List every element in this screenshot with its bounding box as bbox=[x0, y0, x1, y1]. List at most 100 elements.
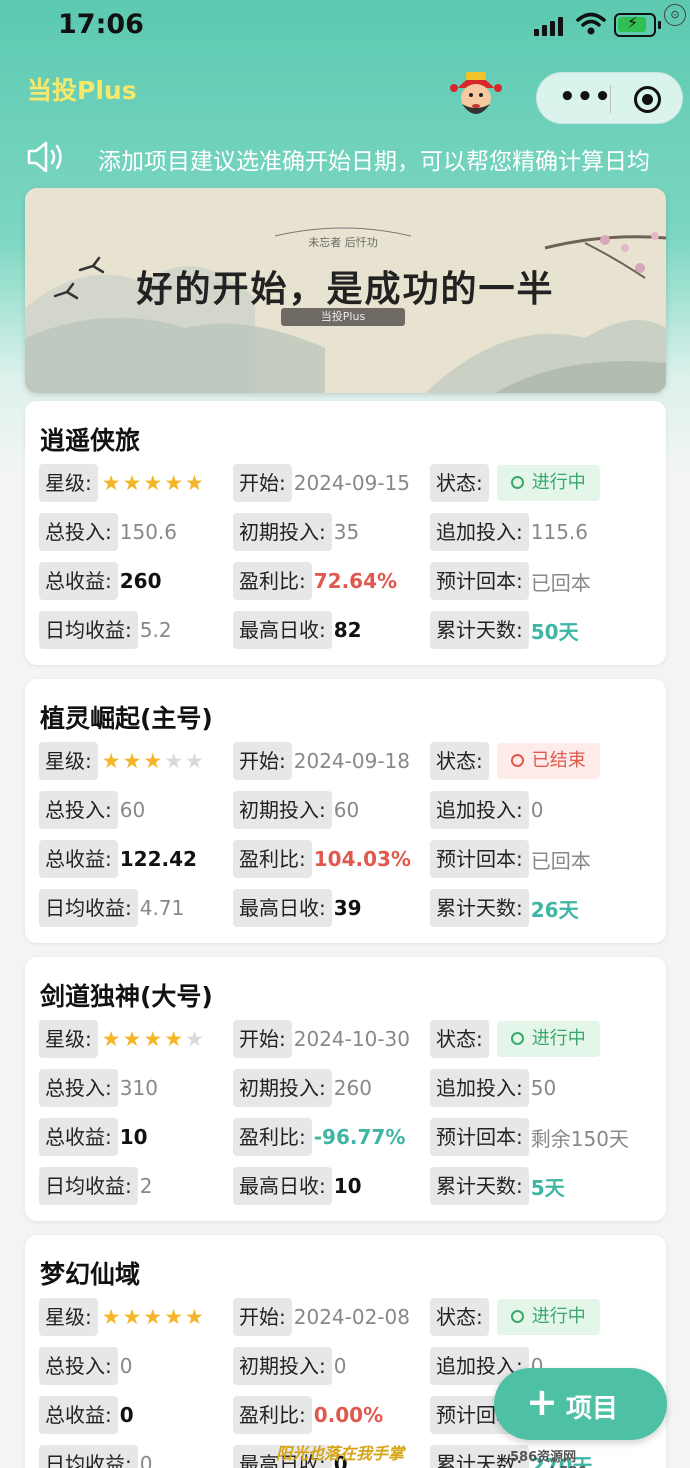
start-date-value: 2024-10-30 bbox=[293, 1027, 410, 1051]
max-daily-field: 最高日收: 82 bbox=[233, 611, 362, 649]
status-text: 进行中 bbox=[531, 472, 586, 493]
add-project-label: 项目 bbox=[566, 1394, 619, 1424]
initial-invest-label: 初期投入: bbox=[233, 1347, 332, 1385]
total-income-field: 总收益: 0 bbox=[39, 1396, 134, 1434]
status-time: 17:06 bbox=[58, 9, 144, 40]
profit-ratio-field: 盈利比: 0.00% bbox=[233, 1396, 383, 1434]
project-name: 梦幻仙域 bbox=[40, 1260, 141, 1289]
banner-tag: 当投Plus bbox=[281, 308, 405, 326]
daily-avg-value: 5.2 bbox=[139, 618, 172, 642]
total-invest-label: 总投入: bbox=[39, 513, 118, 551]
battery-icon: ⚡ bbox=[614, 13, 656, 37]
initial-invest-label: 初期投入: bbox=[233, 1069, 332, 1107]
total-income-value: 0 bbox=[119, 1403, 134, 1427]
status-field: 状态: 进行中 bbox=[430, 464, 600, 502]
total-invest-value: 150.6 bbox=[119, 520, 178, 544]
profit-ratio-value: 0.00% bbox=[313, 1403, 384, 1427]
total-days-label: 累计天数: bbox=[430, 1167, 529, 1205]
star-on-icon: ★★★★ bbox=[101, 1027, 186, 1051]
initial-invest-field: 初期投入: 60 bbox=[233, 791, 359, 829]
status-badge: 进行中 bbox=[496, 465, 600, 501]
banner[interactable]: 好的开始，是成功的一半 当投Plus bbox=[25, 188, 666, 393]
total-invest-field: 总投入: 60 bbox=[39, 791, 145, 829]
profit-ratio-value: 104.03% bbox=[313, 847, 411, 871]
star-on-icon: ★★★★★ bbox=[101, 1305, 206, 1329]
notice-bar: 添加项目建议选准确开始日期，可以帮您精确计算日均 bbox=[0, 136, 690, 178]
star-on-icon: ★★★ bbox=[101, 749, 165, 773]
max-daily-label: 最高日收: bbox=[233, 889, 332, 927]
start-date-field: 开始: 2024-02-08 bbox=[233, 1298, 410, 1336]
total-invest-field: 总投入: 0 bbox=[39, 1347, 132, 1385]
star-off-icon: ★ bbox=[185, 1027, 206, 1051]
add-project-button[interactable]: + 项目 bbox=[494, 1368, 667, 1440]
profit-ratio-value: -96.77% bbox=[313, 1125, 406, 1149]
project-card[interactable]: 剑道独神(大号) 星级: ★★★★★ 开始: 2024-10-30 状态: 进行… bbox=[25, 957, 666, 1221]
initial-invest-label: 初期投入: bbox=[233, 513, 332, 551]
status-badge: 已结束 bbox=[496, 743, 600, 779]
initial-invest-field: 初期投入: 0 bbox=[233, 1347, 346, 1385]
daily-avg-label: 日均收益: bbox=[39, 1445, 138, 1468]
start-date-value: 2024-09-15 bbox=[293, 471, 410, 495]
daily-avg-field: 日均收益: 0 bbox=[39, 1445, 152, 1468]
project-name: 逍遥侠旅 bbox=[40, 426, 141, 455]
added-invest-value: 115.6 bbox=[530, 520, 589, 544]
total-days-label: 累计天数: bbox=[430, 889, 529, 927]
initial-invest-value: 35 bbox=[333, 520, 360, 544]
battery-cap bbox=[658, 21, 661, 29]
payback-value: 已回本 bbox=[530, 848, 591, 873]
project-name: 剑道独神(大号) bbox=[40, 982, 213, 1011]
payback-label: 预计回本: bbox=[430, 562, 529, 600]
daily-avg-field: 日均收益: 2 bbox=[39, 1167, 152, 1205]
banner-slogan: 好的开始，是成功的一半 bbox=[136, 268, 555, 310]
profit-ratio-label: 盈利比: bbox=[233, 562, 312, 600]
mini-program-capsule: ••• bbox=[536, 72, 683, 124]
status-field: 状态: 进行中 bbox=[430, 1020, 600, 1058]
cellular-signal-icon bbox=[534, 16, 563, 36]
status-field: 状态: 进行中 bbox=[430, 1298, 600, 1336]
total-invest-label: 总投入: bbox=[39, 1347, 118, 1385]
start-label: 开始: bbox=[233, 1020, 292, 1058]
daily-avg-label: 日均收益: bbox=[39, 1167, 138, 1205]
profit-ratio-value: 72.64% bbox=[313, 569, 398, 593]
rating-stars: ★★★★★ bbox=[98, 749, 206, 773]
total-days-field: 累计天数: 50天 bbox=[430, 611, 579, 649]
more-menu-icon[interactable]: ••• bbox=[559, 84, 612, 110]
status-ring-icon bbox=[510, 1032, 524, 1045]
payback-field: 预计回本: 剩余150天 bbox=[430, 1118, 629, 1156]
status-field: 状态: 已结束 bbox=[430, 742, 600, 780]
rating-field: 星级: ★★★★★ bbox=[39, 1298, 206, 1336]
rating-label: 星级: bbox=[39, 464, 98, 502]
project-card[interactable]: 植灵崛起(主号) 星级: ★★★★★ 开始: 2024-09-18 状态: 已结… bbox=[25, 679, 666, 943]
total-days-field: 累计天数: 26天 bbox=[430, 889, 579, 927]
status-label: 状态: bbox=[430, 742, 489, 780]
notice-text: 添加项目建议选准确开始日期，可以帮您精确计算日均 bbox=[98, 149, 650, 175]
plus-icon: + bbox=[526, 1380, 558, 1424]
project-name: 植灵崛起(主号) bbox=[40, 704, 213, 733]
daily-avg-value: 0 bbox=[139, 1452, 153, 1468]
rating-label: 星级: bbox=[39, 742, 98, 780]
wifi-icon bbox=[576, 12, 606, 35]
total-invest-value: 0 bbox=[119, 1354, 133, 1378]
added-invest-label: 追加投入: bbox=[430, 513, 529, 551]
payback-label: 预计回本: bbox=[430, 1118, 529, 1156]
total-income-label: 总收益: bbox=[39, 840, 118, 878]
status-ring-icon bbox=[510, 1310, 524, 1323]
close-mini-program-icon[interactable] bbox=[634, 86, 661, 113]
total-days-label: 累计天数: bbox=[430, 611, 529, 649]
payback-value: 剩余150天 bbox=[530, 1126, 629, 1151]
rating-stars: ★★★★★ bbox=[98, 1305, 206, 1329]
added-invest-field: 追加投入: 0 bbox=[430, 791, 543, 829]
star-off-icon: ★★ bbox=[164, 749, 206, 773]
daily-avg-field: 日均收益: 4.71 bbox=[39, 889, 184, 927]
project-card[interactable]: 逍遥侠旅 星级: ★★★★★ 开始: 2024-09-15 状态: 进行中 总投… bbox=[25, 401, 666, 665]
watermark-left: 阳光也落在我手掌 bbox=[276, 1444, 405, 1463]
banner-caption: 未忘者 后忏功 bbox=[308, 236, 378, 249]
added-invest-field: 追加投入: 50 bbox=[430, 1069, 556, 1107]
total-invest-label: 总投入: bbox=[39, 1069, 118, 1107]
total-income-label: 总收益: bbox=[39, 562, 118, 600]
start-date-field: 开始: 2024-09-15 bbox=[233, 464, 410, 502]
added-invest-label: 追加投入: bbox=[430, 1069, 529, 1107]
profit-ratio-field: 盈利比: -96.77% bbox=[233, 1118, 405, 1156]
total-income-field: 总收益: 122.42 bbox=[39, 840, 197, 878]
start-label: 开始: bbox=[233, 464, 292, 502]
